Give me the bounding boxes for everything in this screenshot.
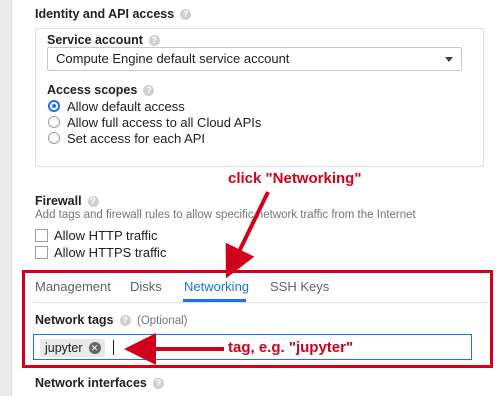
arrow-to-networking-tab bbox=[225, 191, 270, 279]
annotation-arrows bbox=[124, 191, 270, 365]
